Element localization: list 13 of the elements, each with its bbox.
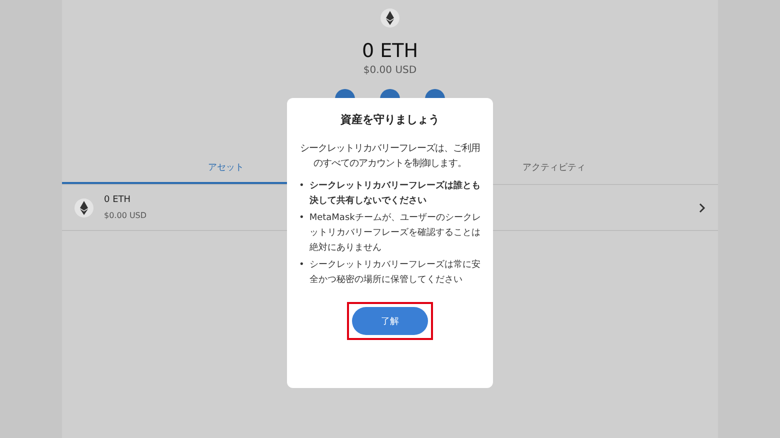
chevron-right-icon xyxy=(698,202,706,212)
asset-name: 0 ETH xyxy=(104,195,131,205)
modal-title: 資産を守りましょう xyxy=(340,112,440,127)
bullet-text: MetaMaskチームが、ユーザーのシークレットリカバリーフレーズを確認することは絶対にありません xyxy=(309,212,481,255)
ethereum-icon xyxy=(380,8,400,28)
balance-amount: 0 ETH xyxy=(362,40,418,62)
confirm-button[interactable]: 了解 xyxy=(352,307,428,335)
bullet-marker: • xyxy=(299,212,304,225)
balance-fiat: $0.00 USD xyxy=(363,65,417,76)
ethereum-icon xyxy=(74,198,94,218)
asset-fiat: $0.00 USD xyxy=(104,211,147,220)
bullet-marker: • xyxy=(299,259,304,272)
bullet-text: シークレットリカバリーフレーズは常に安全かつ秘密の場所に保管してください xyxy=(309,258,481,287)
